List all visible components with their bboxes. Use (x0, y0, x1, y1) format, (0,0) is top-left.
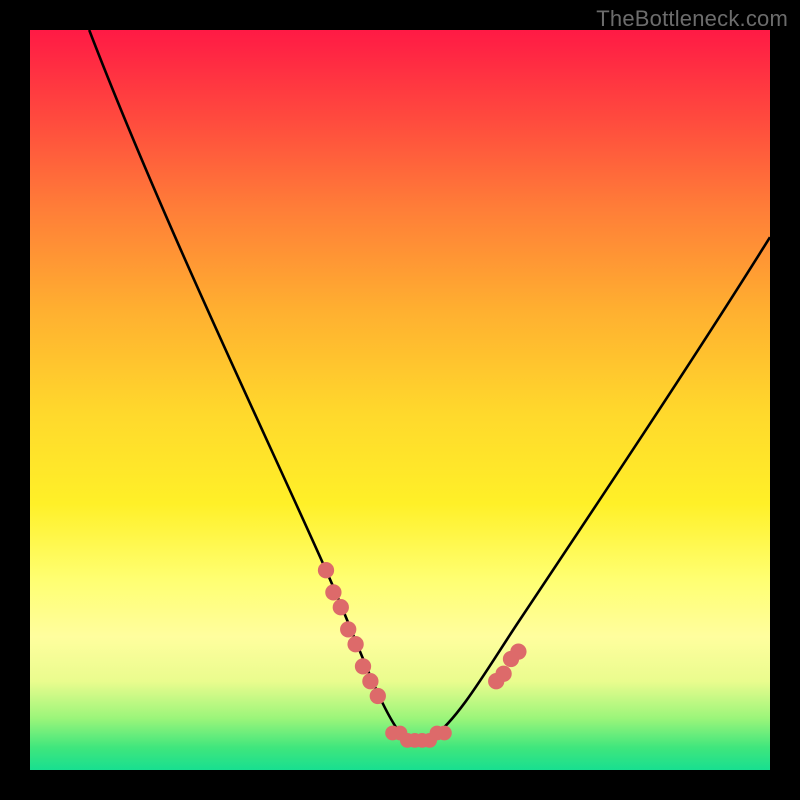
chart-svg (30, 30, 770, 770)
bottom-marker-cluster (385, 726, 452, 748)
chart-frame: TheBottleneck.com (0, 0, 800, 800)
bottleneck-curve-path (89, 30, 770, 742)
left-marker-cluster (318, 562, 386, 704)
watermark-text: TheBottleneck.com (596, 6, 788, 32)
right-marker-cluster (488, 643, 526, 689)
plot-area (30, 30, 770, 770)
